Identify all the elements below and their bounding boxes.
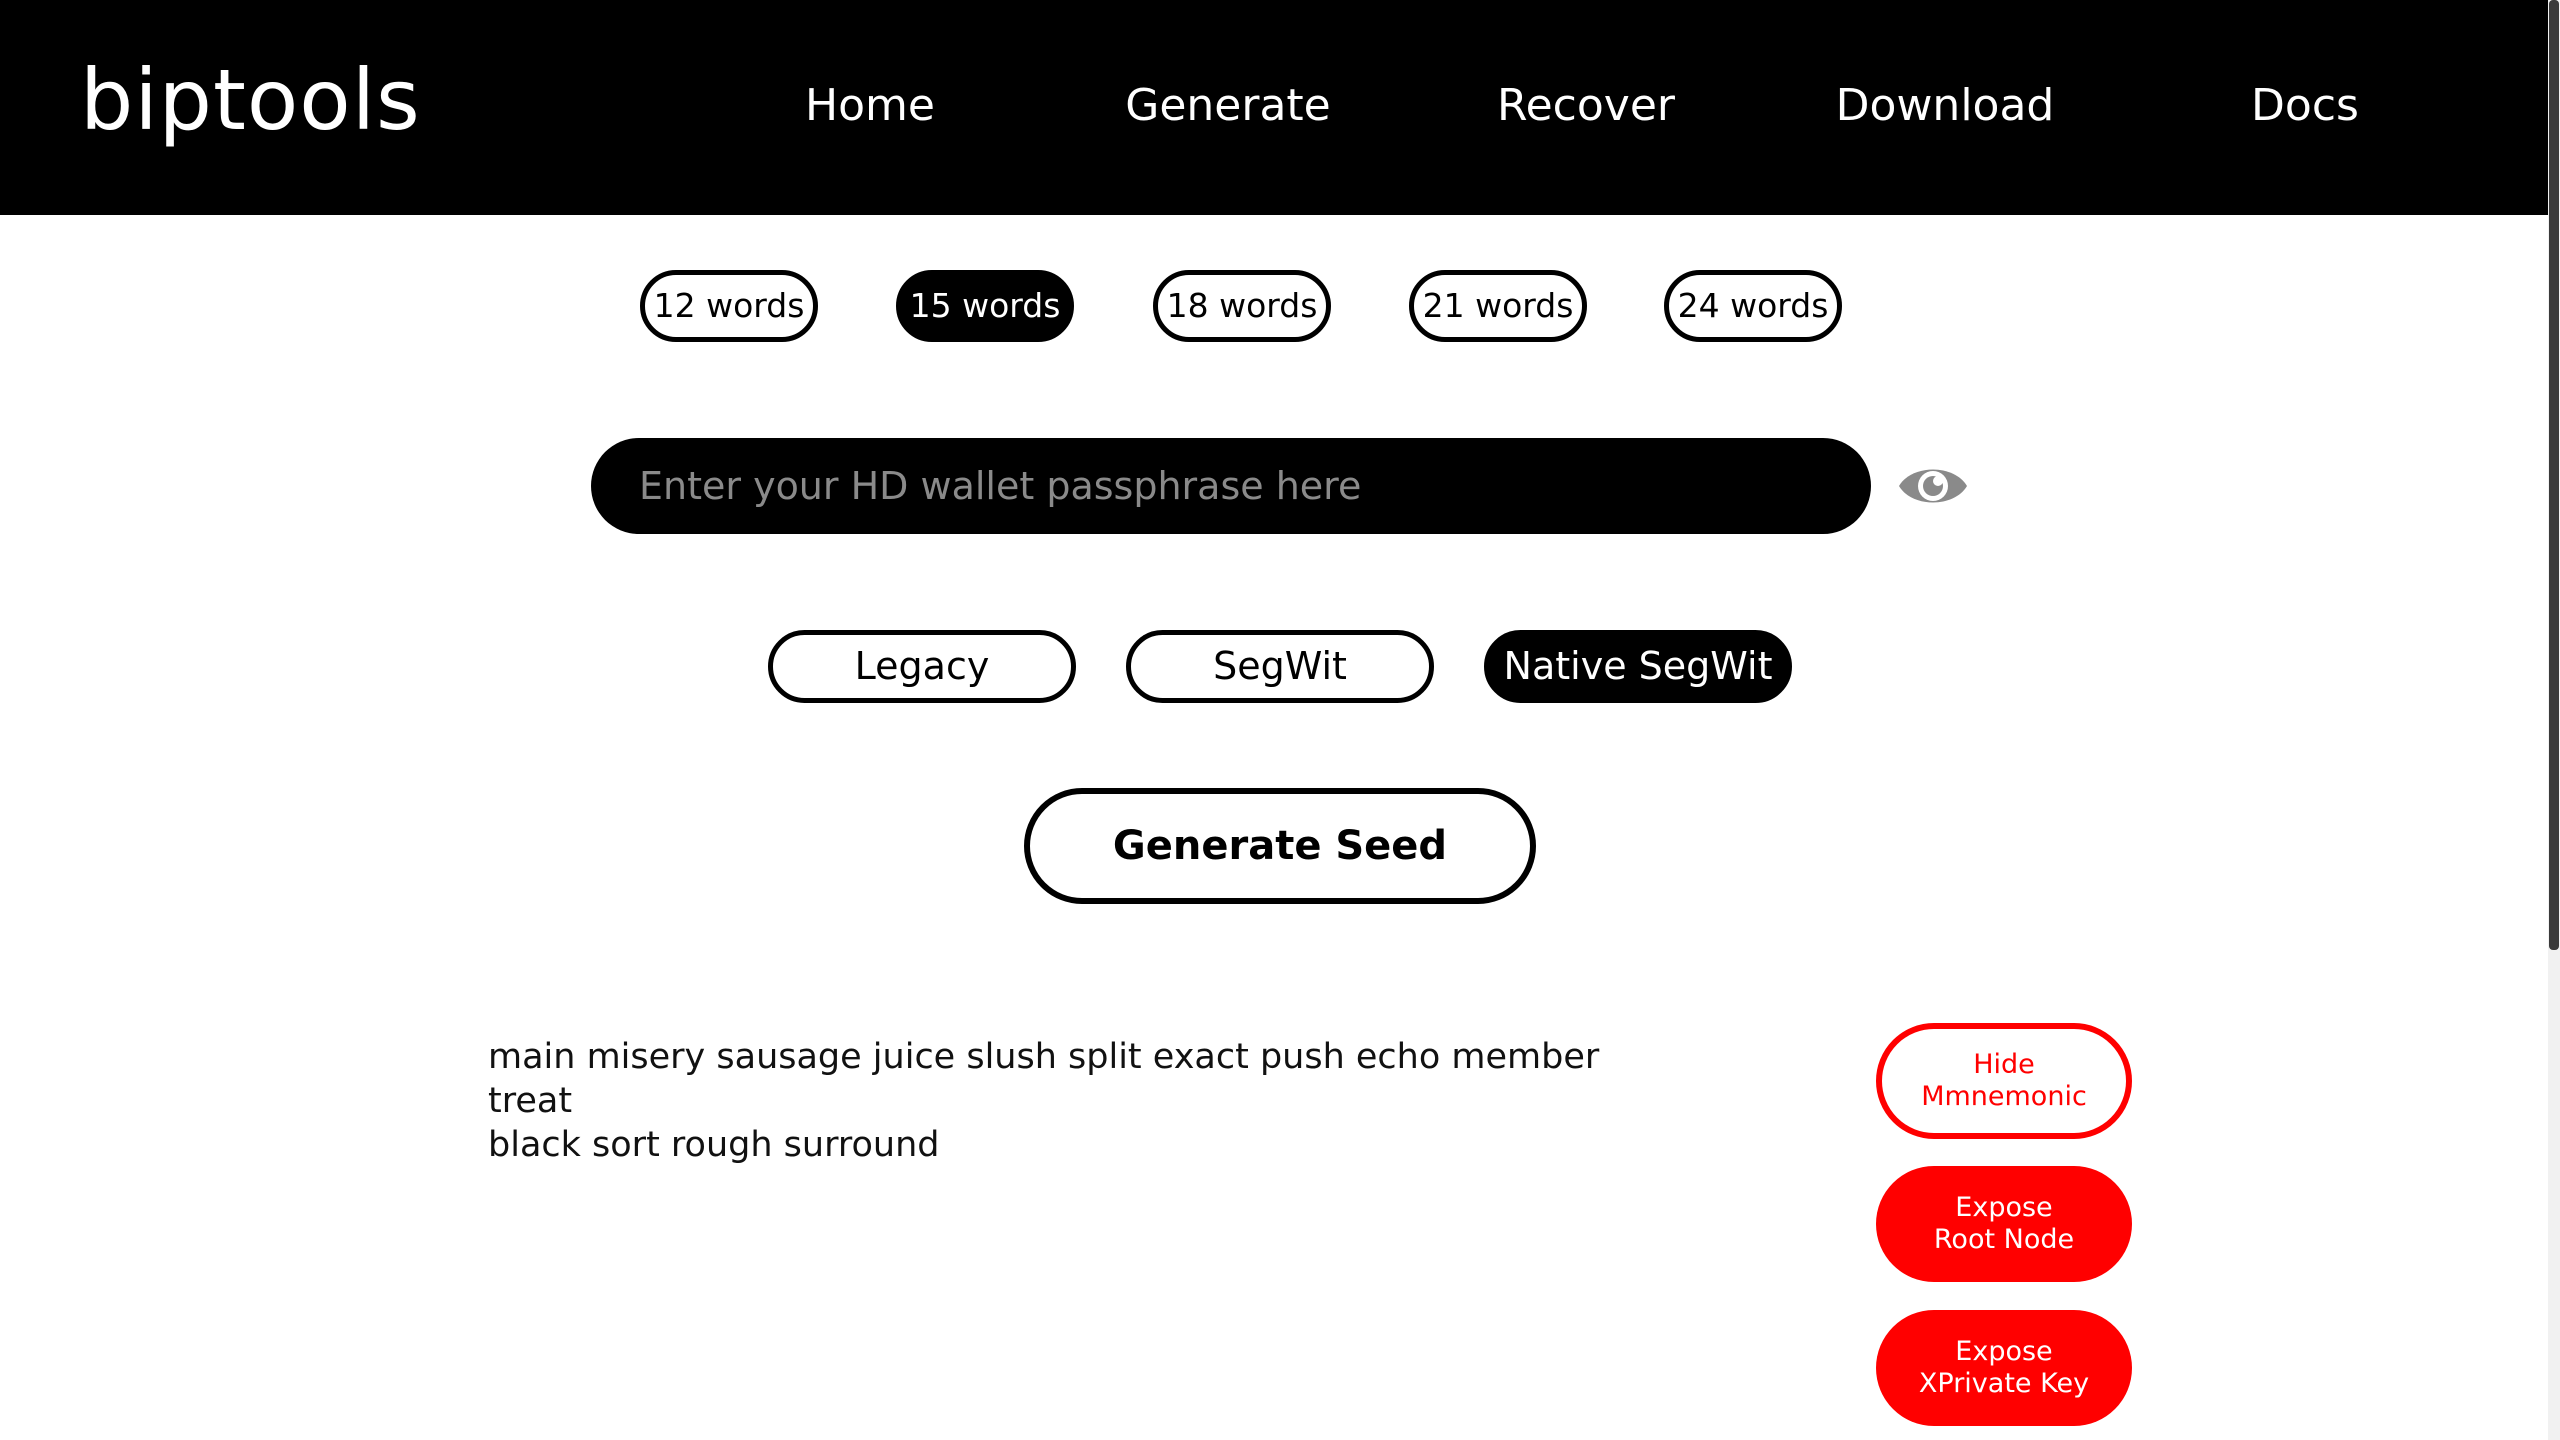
nav-home[interactable]: Home bbox=[770, 76, 970, 136]
expose-root-node-button[interactable]: Expose Root Node bbox=[1876, 1166, 2132, 1282]
nav-recover[interactable]: Recover bbox=[1476, 76, 1696, 136]
logo[interactable]: biptools bbox=[80, 50, 421, 150]
mnemonic-line: black sort rough surround bbox=[488, 1125, 940, 1165]
hide-mnemonic-button[interactable]: Hide Mmnemonic bbox=[1876, 1023, 2132, 1139]
nav-docs[interactable]: Docs bbox=[2220, 76, 2390, 136]
word-count-12[interactable]: 12 words bbox=[640, 270, 818, 342]
page: biptools Home Generate Recover Download … bbox=[0, 0, 2560, 1440]
nav-generate[interactable]: Generate bbox=[1108, 76, 1348, 136]
address-type-native-segwit[interactable]: Native SegWit bbox=[1484, 630, 1792, 703]
address-type-legacy[interactable]: Legacy bbox=[768, 630, 1076, 703]
passphrase-input[interactable] bbox=[591, 438, 1871, 534]
eye-icon[interactable] bbox=[1896, 458, 1970, 514]
mnemonic-line: main misery sausage juice slush split ex… bbox=[488, 1037, 1600, 1121]
word-count-21[interactable]: 21 words bbox=[1409, 270, 1587, 342]
button-label: Mmnemonic bbox=[1921, 1081, 2087, 1112]
generate-seed-button[interactable]: Generate Seed bbox=[1024, 788, 1536, 904]
top-nav-bar: biptools Home Generate Recover Download … bbox=[0, 0, 2548, 215]
scrollbar-thumb[interactable] bbox=[2549, 0, 2559, 950]
button-label: Expose bbox=[1955, 1336, 2053, 1367]
button-label: Hide bbox=[1973, 1049, 2035, 1080]
button-label: Root Node bbox=[1933, 1224, 2075, 1255]
nav-download[interactable]: Download bbox=[1820, 76, 2070, 136]
button-label: Expose bbox=[1955, 1192, 2053, 1223]
address-type-segwit[interactable]: SegWit bbox=[1126, 630, 1434, 703]
mnemonic-text: main misery sausage juice slush split ex… bbox=[488, 1035, 1658, 1167]
expose-xprivate-key-button[interactable]: Expose XPrivate Key bbox=[1876, 1310, 2132, 1426]
word-count-18[interactable]: 18 words bbox=[1153, 270, 1331, 342]
word-count-15[interactable]: 15 words bbox=[896, 270, 1074, 342]
button-label: XPrivate Key bbox=[1918, 1368, 2090, 1399]
word-count-24[interactable]: 24 words bbox=[1664, 270, 1842, 342]
